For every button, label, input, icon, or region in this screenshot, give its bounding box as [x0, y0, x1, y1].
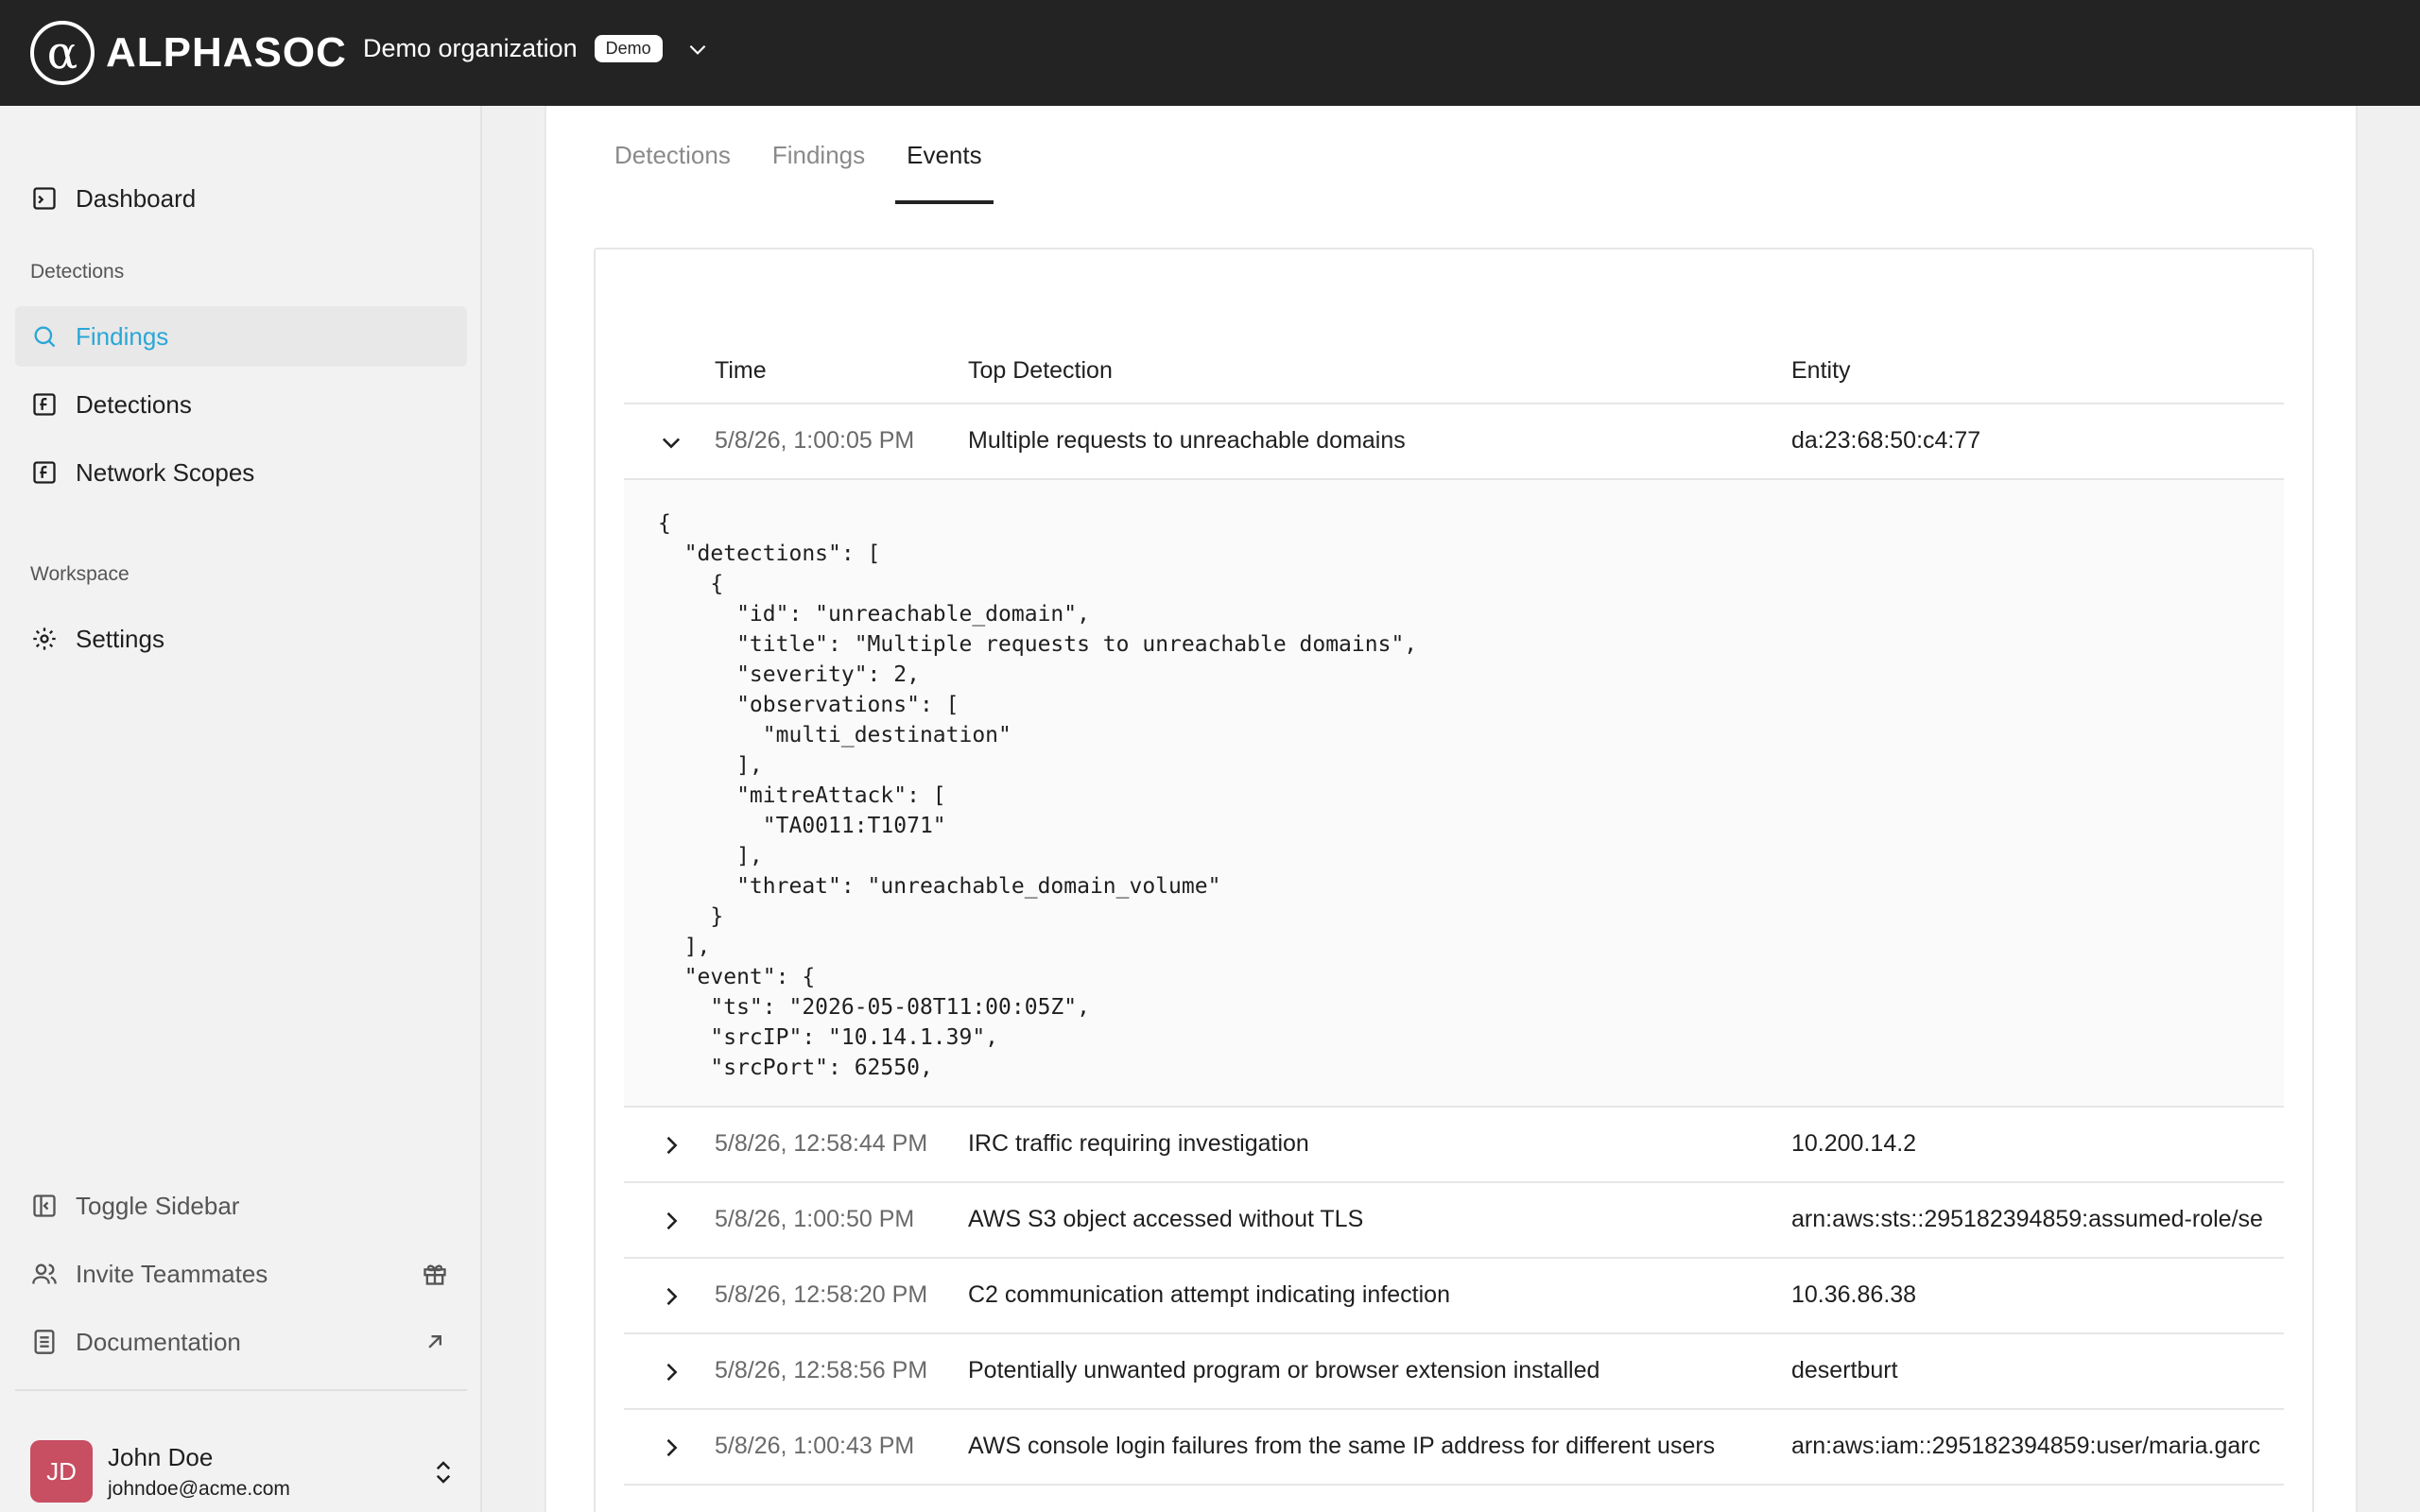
sidebar-item-label: Toggle Sidebar: [76, 1191, 240, 1220]
column-header-top-detection[interactable]: Top Detection: [968, 357, 1113, 385]
top-bar: α ALPHASOC Demo organization Demo: [0, 0, 2420, 106]
sidebar-item-detections[interactable]: Detections: [15, 374, 467, 435]
row-detection: C2 communication attempt indicating infe…: [968, 1281, 1450, 1308]
sidebar-item-label: Findings: [76, 321, 169, 351]
chevron-up-down-icon[interactable]: [429, 1457, 458, 1487]
tab-bar: Detections Findings Events: [603, 106, 1012, 204]
row-time: 5/8/26, 1:00:05 PM: [715, 427, 915, 454]
row-time: 5/8/26, 1:00:43 PM: [715, 1433, 915, 1459]
gift-icon: [424, 1264, 446, 1285]
section-label-detections: Detections: [30, 261, 125, 283]
users-icon: [30, 1260, 59, 1288]
row-entity: arn:aws:iam::295182394859:user/maria.gar…: [1791, 1433, 2261, 1459]
table-header: Time Top Detection Entity: [624, 335, 2284, 404]
row-detection: AWS S3 object accessed without TLS: [968, 1206, 1364, 1232]
sidebar-item-dashboard[interactable]: Dashboard: [15, 168, 467, 229]
table-row[interactable]: 5/8/26, 12:58:56 PM Potentially unwanted…: [624, 1334, 2284, 1410]
table-row[interactable]: 5/8/26, 1:00:43 PM AWS console login fai…: [624, 1410, 2284, 1486]
sidebar-item-settings[interactable]: Settings: [15, 609, 467, 669]
chevron-right-icon[interactable]: [658, 1283, 684, 1310]
chevron-right-icon[interactable]: [658, 1132, 684, 1159]
gear-icon: [30, 625, 59, 653]
chevron-right-icon[interactable]: [658, 1208, 684, 1234]
sidebar-item-findings[interactable]: Findings: [15, 306, 467, 367]
sidebar-item-label: Detections: [76, 389, 192, 419]
chevron-right-icon[interactable]: [658, 1435, 684, 1461]
row-entity: da:23:68:50:c4:77: [1791, 427, 1981, 454]
row-entity: arn:aws:sts::295182394859:assumed-role/s…: [1791, 1206, 2263, 1232]
sidebar-toggle-icon: [30, 1192, 59, 1220]
dashboard-icon: [30, 184, 59, 213]
sidebar-item-label: Documentation: [76, 1327, 241, 1356]
function-icon: [30, 390, 59, 419]
row-detection: Multiple requests to unreachable domains: [968, 427, 1406, 454]
row-time: 5/8/26, 12:58:44 PM: [715, 1130, 928, 1157]
column-header-time[interactable]: Time: [715, 357, 767, 385]
section-label-workspace: Workspace: [30, 563, 130, 585]
table-row-expanded[interactable]: 5/8/26, 1:00:05 PM Multiple requests to …: [624, 404, 2284, 480]
logo-text: ALPHASOC: [106, 29, 347, 76]
toggle-sidebar-button[interactable]: Toggle Sidebar: [15, 1176, 467, 1236]
user-email: johndoe@acme.com: [108, 1477, 290, 1500]
documentation-link[interactable]: Documentation: [15, 1312, 467, 1372]
events-table-card: Time Top Detection Entity 5/8/26, 1:00:0…: [594, 248, 2314, 1512]
chevron-down-icon[interactable]: [658, 429, 684, 455]
user-menu[interactable]: JD John Doe johndoe@acme.com: [30, 1429, 467, 1512]
row-detection: AWS console login failures from the same…: [968, 1433, 1716, 1459]
sidebar-item-label: Settings: [76, 624, 164, 653]
search-icon: [30, 322, 59, 351]
row-entity: 10.36.86.38: [1791, 1281, 1917, 1308]
event-json-code: { "detections": [ { "id": "unreachable_d…: [658, 511, 1418, 1080]
user-name: John Doe: [108, 1442, 214, 1471]
column-header-entity[interactable]: Entity: [1791, 357, 1851, 385]
table-row[interactable]: 5/8/26, 12:58:44 PM IRC traffic requirin…: [624, 1108, 2284, 1183]
document-icon: [30, 1328, 59, 1356]
row-entity: desertburt: [1791, 1357, 1898, 1383]
avatar: JD: [30, 1440, 93, 1503]
main-content: Detections Findings Events Time Top Dete…: [544, 106, 2358, 1512]
chevron-right-icon[interactable]: [658, 1359, 684, 1385]
organization-name: Demo organization: [363, 34, 578, 62]
sidebar-divider: [15, 1389, 467, 1391]
row-time: 5/8/26, 12:58:56 PM: [715, 1357, 928, 1383]
event-json-panel: { "detections": [ { "id": "unreachable_d…: [624, 480, 2284, 1108]
row-time: 5/8/26, 12:58:20 PM: [715, 1281, 928, 1308]
external-link-icon: [428, 1335, 441, 1349]
alpha-logo-icon: α: [30, 21, 95, 85]
table-row[interactable]: 5/8/26, 1:00:50 PM AWS S3 object accesse…: [624, 1183, 2284, 1259]
tab-detections[interactable]: Detections: [603, 106, 742, 204]
function-icon: [30, 458, 59, 487]
chevron-down-icon[interactable]: [685, 37, 710, 61]
table-row[interactable]: 5/8/26, 12:58:20 PM C2 communication att…: [624, 1259, 2284, 1334]
sidebar-item-label: Invite Teammates: [76, 1259, 268, 1288]
tab-findings[interactable]: Findings: [761, 106, 876, 204]
organization-switcher[interactable]: Demo organization Demo: [363, 34, 710, 63]
row-detection: IRC traffic requiring investigation: [968, 1130, 1309, 1157]
row-entity: 10.200.14.2: [1791, 1130, 1917, 1157]
sidebar-item-label: Dashboard: [76, 183, 197, 213]
row-time: 5/8/26, 1:00:50 PM: [715, 1206, 915, 1232]
alphasoc-logo[interactable]: α ALPHASOC: [30, 21, 347, 85]
sidebar-item-network-scopes[interactable]: Network Scopes: [15, 442, 467, 503]
invite-teammates-button[interactable]: Invite Teammates: [15, 1244, 467, 1304]
sidebar: Dashboard Detections Findings Detections…: [0, 106, 482, 1512]
tab-events[interactable]: Events: [895, 106, 994, 204]
row-detection: Potentially unwanted program or browser …: [968, 1357, 1600, 1383]
demo-badge: Demo: [594, 35, 663, 62]
sidebar-item-label: Network Scopes: [76, 457, 255, 487]
